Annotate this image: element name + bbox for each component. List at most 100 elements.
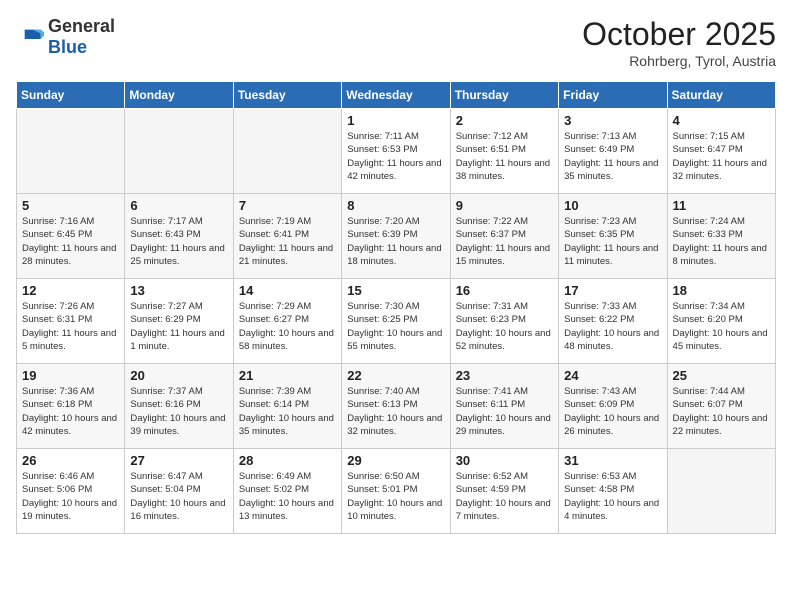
day-cell: 16 Sunrise: 7:31 AM Sunset: 6:23 PM Dayl…: [450, 279, 558, 364]
sunrise: Sunrise: 7:30 AM: [347, 301, 419, 312]
sunset: Sunset: 6:51 PM: [456, 144, 526, 155]
day-info: Sunrise: 7:13 AM Sunset: 6:49 PM Dayligh…: [564, 130, 661, 183]
daylight: Daylight: 11 hours and 1 minute.: [130, 328, 224, 352]
day-cell: [233, 109, 341, 194]
daylight: Daylight: 10 hours and 58 minutes.: [239, 328, 334, 352]
sunset: Sunset: 5:01 PM: [347, 484, 417, 495]
sunrise: Sunrise: 6:47 AM: [130, 471, 202, 482]
day-cell: [667, 449, 775, 534]
day-header-friday: Friday: [559, 82, 667, 109]
day-number: 23: [456, 368, 553, 383]
daylight: Daylight: 11 hours and 25 minutes.: [130, 243, 224, 267]
day-number: 14: [239, 283, 336, 298]
sunrise: Sunrise: 7:43 AM: [564, 386, 636, 397]
day-cell: 31 Sunrise: 6:53 AM Sunset: 4:58 PM Dayl…: [559, 449, 667, 534]
day-number: 20: [130, 368, 227, 383]
daylight: Daylight: 10 hours and 35 minutes.: [239, 413, 334, 437]
day-number: 7: [239, 198, 336, 213]
day-info: Sunrise: 6:49 AM Sunset: 5:02 PM Dayligh…: [239, 470, 336, 523]
day-info: Sunrise: 7:34 AM Sunset: 6:20 PM Dayligh…: [673, 300, 770, 353]
day-number: 25: [673, 368, 770, 383]
day-number: 21: [239, 368, 336, 383]
day-info: Sunrise: 7:43 AM Sunset: 6:09 PM Dayligh…: [564, 385, 661, 438]
sunrise: Sunrise: 7:41 AM: [456, 386, 528, 397]
sunrise: Sunrise: 7:20 AM: [347, 216, 419, 227]
calendar-table: SundayMondayTuesdayWednesdayThursdayFrid…: [16, 81, 776, 534]
day-cell: 9 Sunrise: 7:22 AM Sunset: 6:37 PM Dayli…: [450, 194, 558, 279]
day-cell: 14 Sunrise: 7:29 AM Sunset: 6:27 PM Dayl…: [233, 279, 341, 364]
day-number: 31: [564, 453, 661, 468]
day-info: Sunrise: 6:50 AM Sunset: 5:01 PM Dayligh…: [347, 470, 444, 523]
sunrise: Sunrise: 7:40 AM: [347, 386, 419, 397]
day-cell: 12 Sunrise: 7:26 AM Sunset: 6:31 PM Dayl…: [17, 279, 125, 364]
day-info: Sunrise: 7:12 AM Sunset: 6:51 PM Dayligh…: [456, 130, 553, 183]
logo-general: General: [48, 16, 115, 36]
daylight: Daylight: 11 hours and 18 minutes.: [347, 243, 441, 267]
sunrise: Sunrise: 7:44 AM: [673, 386, 745, 397]
sunrise: Sunrise: 7:36 AM: [22, 386, 94, 397]
day-info: Sunrise: 7:15 AM Sunset: 6:47 PM Dayligh…: [673, 130, 770, 183]
logo-icon: [16, 27, 44, 47]
day-cell: 18 Sunrise: 7:34 AM Sunset: 6:20 PM Dayl…: [667, 279, 775, 364]
sunrise: Sunrise: 6:50 AM: [347, 471, 419, 482]
daylight: Daylight: 11 hours and 5 minutes.: [22, 328, 116, 352]
day-cell: 27 Sunrise: 6:47 AM Sunset: 5:04 PM Dayl…: [125, 449, 233, 534]
sunrise: Sunrise: 7:17 AM: [130, 216, 202, 227]
day-info: Sunrise: 7:24 AM Sunset: 6:33 PM Dayligh…: [673, 215, 770, 268]
sunset: Sunset: 6:43 PM: [130, 229, 200, 240]
daylight: Daylight: 10 hours and 48 minutes.: [564, 328, 659, 352]
day-number: 27: [130, 453, 227, 468]
sunset: Sunset: 6:47 PM: [673, 144, 743, 155]
daylight: Daylight: 10 hours and 39 minutes.: [130, 413, 225, 437]
daylight: Daylight: 10 hours and 26 minutes.: [564, 413, 659, 437]
day-header-saturday: Saturday: [667, 82, 775, 109]
day-cell: 23 Sunrise: 7:41 AM Sunset: 6:11 PM Dayl…: [450, 364, 558, 449]
sunrise: Sunrise: 7:19 AM: [239, 216, 311, 227]
daylight: Daylight: 10 hours and 13 minutes.: [239, 498, 334, 522]
sunrise: Sunrise: 6:49 AM: [239, 471, 311, 482]
sunset: Sunset: 6:20 PM: [673, 314, 743, 325]
location: Rohrberg, Tyrol, Austria: [582, 53, 776, 69]
daylight: Daylight: 10 hours and 10 minutes.: [347, 498, 442, 522]
week-row-5: 26 Sunrise: 6:46 AM Sunset: 5:06 PM Dayl…: [17, 449, 776, 534]
day-headers-row: SundayMondayTuesdayWednesdayThursdayFrid…: [17, 82, 776, 109]
month-title: October 2025: [582, 16, 776, 53]
day-cell: 25 Sunrise: 7:44 AM Sunset: 6:07 PM Dayl…: [667, 364, 775, 449]
sunrise: Sunrise: 7:23 AM: [564, 216, 636, 227]
page-header: General Blue October 2025 Rohrberg, Tyro…: [16, 16, 776, 69]
daylight: Daylight: 10 hours and 29 minutes.: [456, 413, 551, 437]
sunrise: Sunrise: 7:34 AM: [673, 301, 745, 312]
daylight: Daylight: 10 hours and 19 minutes.: [22, 498, 117, 522]
day-cell: 15 Sunrise: 7:30 AM Sunset: 6:25 PM Dayl…: [342, 279, 450, 364]
daylight: Daylight: 10 hours and 16 minutes.: [130, 498, 225, 522]
sunset: Sunset: 6:27 PM: [239, 314, 309, 325]
sunrise: Sunrise: 6:46 AM: [22, 471, 94, 482]
day-number: 6: [130, 198, 227, 213]
daylight: Daylight: 10 hours and 42 minutes.: [22, 413, 117, 437]
day-cell: 8 Sunrise: 7:20 AM Sunset: 6:39 PM Dayli…: [342, 194, 450, 279]
sunrise: Sunrise: 7:22 AM: [456, 216, 528, 227]
day-header-monday: Monday: [125, 82, 233, 109]
day-cell: 19 Sunrise: 7:36 AM Sunset: 6:18 PM Dayl…: [17, 364, 125, 449]
day-number: 18: [673, 283, 770, 298]
day-info: Sunrise: 7:36 AM Sunset: 6:18 PM Dayligh…: [22, 385, 119, 438]
day-cell: 11 Sunrise: 7:24 AM Sunset: 6:33 PM Dayl…: [667, 194, 775, 279]
sunset: Sunset: 4:59 PM: [456, 484, 526, 495]
day-number: 4: [673, 113, 770, 128]
sunset: Sunset: 6:18 PM: [22, 399, 92, 410]
day-cell: 21 Sunrise: 7:39 AM Sunset: 6:14 PM Dayl…: [233, 364, 341, 449]
sunrise: Sunrise: 7:11 AM: [347, 131, 419, 142]
sunrise: Sunrise: 7:24 AM: [673, 216, 745, 227]
day-cell: 7 Sunrise: 7:19 AM Sunset: 6:41 PM Dayli…: [233, 194, 341, 279]
day-cell: [125, 109, 233, 194]
sunset: Sunset: 6:14 PM: [239, 399, 309, 410]
day-number: 2: [456, 113, 553, 128]
day-number: 28: [239, 453, 336, 468]
sunset: Sunset: 6:13 PM: [347, 399, 417, 410]
daylight: Daylight: 10 hours and 32 minutes.: [347, 413, 442, 437]
day-number: 30: [456, 453, 553, 468]
day-header-sunday: Sunday: [17, 82, 125, 109]
sunset: Sunset: 5:06 PM: [22, 484, 92, 495]
day-number: 10: [564, 198, 661, 213]
day-number: 16: [456, 283, 553, 298]
